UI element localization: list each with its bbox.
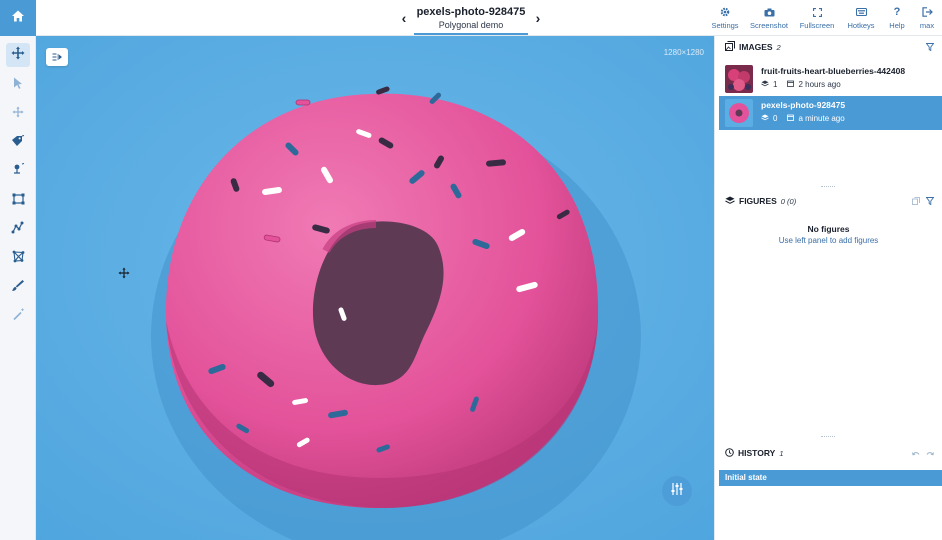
camera-icon — [763, 6, 775, 18]
panel-toggle-icon — [52, 48, 62, 66]
polygon-tool[interactable] — [6, 247, 30, 271]
filter-icon[interactable] — [925, 192, 935, 210]
point-tool[interactable] — [6, 160, 30, 184]
screenshot-label: Screenshot — [750, 21, 788, 30]
redo-icon[interactable] — [926, 444, 934, 462]
history-title: HISTORY — [738, 448, 776, 458]
keyboard-icon — [855, 6, 867, 18]
history-icon — [725, 444, 734, 462]
image-time: a minute ago — [798, 114, 845, 123]
home-button[interactable] — [0, 0, 36, 36]
no-figures-hint: Use left panel to add figures — [778, 236, 879, 245]
image-dimensions: 1280×1280 — [663, 48, 704, 57]
images-title: IMAGES — [739, 42, 773, 52]
gear-icon — [719, 6, 731, 18]
tag-icon — [11, 134, 25, 152]
no-figures-title: No figures — [807, 224, 850, 234]
figures-count: 0 — [773, 114, 778, 123]
undo-icon[interactable] — [912, 444, 920, 462]
figures-count: 0 (0) — [780, 196, 797, 206]
images-count: 2 — [776, 42, 781, 52]
top-bar: ‹ pexels-photo-928475 Polygonal demo › S… — [0, 0, 942, 36]
help-button[interactable]: ? Help — [882, 4, 912, 34]
fullscreen-label: Fullscreen — [799, 21, 835, 30]
drag-tool[interactable] — [6, 102, 30, 126]
logout-icon — [921, 6, 933, 18]
fullscreen-button[interactable]: Fullscreen — [794, 4, 840, 34]
image-thumbnail — [725, 65, 753, 93]
polyline-tool[interactable] — [6, 218, 30, 242]
image-name: fruit-fruits-heart-blueberries-442408 — [761, 66, 906, 76]
move-tool[interactable] — [6, 43, 30, 67]
image-adjustments-button[interactable] — [662, 476, 692, 506]
image-list-item[interactable]: fruit-fruits-heart-blueberries-442408 1 … — [719, 62, 942, 96]
hotkeys-label: Hotkeys — [847, 21, 875, 30]
hotkeys-button[interactable]: Hotkeys — [840, 4, 882, 34]
next-image-button[interactable]: › — [532, 10, 544, 26]
image-canvas[interactable]: 1280×1280 — [36, 36, 714, 540]
logout-button[interactable]: max — [912, 4, 942, 34]
tag-tool[interactable] — [6, 131, 30, 155]
user-name-label: max — [919, 21, 935, 30]
figures-title: FIGURES — [739, 196, 777, 206]
polygon-icon — [12, 250, 25, 268]
project-name: Polygonal demo — [414, 20, 528, 35]
filter-icon[interactable] — [925, 38, 935, 56]
sliders-icon — [670, 482, 684, 501]
screenshot-button[interactable]: Screenshot — [744, 4, 794, 34]
images-icon — [725, 38, 735, 56]
image-list-item-selected[interactable]: pexels-photo-928475 0 a minute ago — [719, 96, 942, 130]
calendar-icon — [787, 114, 795, 123]
brush-icon — [11, 279, 25, 297]
layers-icon — [761, 114, 769, 123]
settings-button[interactable]: Settings — [706, 4, 744, 34]
move-cursor-icon — [118, 266, 130, 284]
image-time: 2 hours ago — [798, 80, 841, 89]
history-item-label: Initial state — [725, 473, 767, 482]
move-icon — [11, 46, 25, 65]
panel-resize-handle[interactable] — [821, 436, 835, 438]
help-label: Help — [889, 21, 905, 30]
top-toolbar: Settings Screenshot Fullscreen Hotkeys ?… — [706, 4, 942, 34]
history-count: 1 — [779, 448, 784, 458]
fullscreen-icon — [811, 6, 823, 18]
toggle-panel-button[interactable] — [46, 48, 68, 66]
calendar-icon — [787, 80, 795, 89]
magic-wand-icon — [12, 308, 25, 326]
home-icon — [11, 9, 25, 28]
image-title: pexels-photo-928475 — [416, 6, 526, 18]
previous-image-button[interactable]: ‹ — [398, 10, 410, 26]
figures-count: 1 — [773, 80, 778, 89]
figures-icon — [725, 192, 735, 210]
figures-header: FIGURES 0 (0) — [725, 192, 935, 210]
select-tool[interactable] — [6, 73, 30, 97]
image-navigator: ‹ pexels-photo-928475 Polygonal demo › — [398, 6, 544, 35]
panel-resize-handle[interactable] — [821, 186, 835, 188]
pointer-icon — [13, 76, 23, 94]
drag-icon — [12, 105, 24, 123]
tools-sidebar — [0, 36, 36, 540]
images-header: IMAGES 2 — [725, 38, 935, 56]
point-icon — [11, 163, 25, 181]
donut-photo — [36, 36, 714, 540]
copy-icon[interactable] — [912, 192, 920, 210]
magic-wand-tool[interactable] — [6, 305, 30, 329]
image-meta: 1 2 hours ago — [761, 80, 841, 89]
settings-label: Settings — [711, 21, 739, 30]
history-item-initial-state[interactable]: Initial state — [719, 470, 942, 486]
image-name: pexels-photo-928475 — [761, 100, 846, 110]
brush-tool[interactable] — [6, 276, 30, 300]
image-meta: 0 a minute ago — [761, 114, 845, 123]
right-panel: IMAGES 2 fruit-fruits-heart-blueberries-… — [714, 36, 942, 540]
history-header: HISTORY 1 — [725, 446, 934, 460]
layers-icon — [761, 80, 769, 89]
rectangle-icon — [12, 192, 25, 210]
question-icon: ? — [893, 6, 901, 18]
polyline-icon — [11, 221, 25, 239]
image-thumbnail — [725, 99, 753, 127]
rectangle-tool[interactable] — [6, 189, 30, 213]
